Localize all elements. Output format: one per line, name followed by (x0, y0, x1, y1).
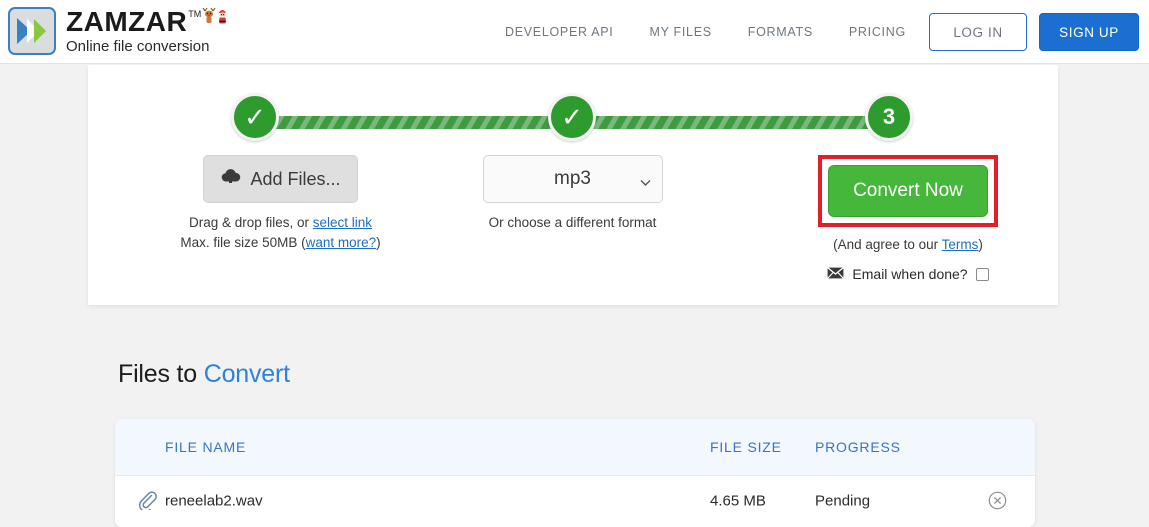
max-size-suffix: ) (376, 235, 381, 250)
site-header: ZAMZAR TM Online file conversion DEVELOP… (0, 0, 1149, 64)
files-table: FILE NAME FILE SIZE PROGRESS reneelab2.w… (115, 419, 1035, 527)
email-when-done-label: Email when done? (852, 266, 968, 282)
stepper-bar-1-2 (258, 116, 568, 129)
terms-agreement-text: (And agree to our Terms) (778, 237, 1038, 252)
file-size-cell: 4.65 MB (710, 492, 766, 510)
sign-up-button[interactable]: SIGN UP (1039, 13, 1139, 51)
step-3-current: 3 (865, 93, 913, 141)
nav-item-developer-api[interactable]: DEVELOPER API (505, 25, 613, 39)
log-in-button[interactable]: LOG IN (929, 13, 1027, 51)
main-nav: DEVELOPER API MY FILES FORMATS PRICING H… (505, 0, 977, 64)
auth-buttons: LOG IN SIGN UP (929, 13, 1139, 51)
format-column: mp3 Or choose a different format (460, 155, 685, 230)
format-caption: Or choose a different format (488, 215, 657, 230)
check-icon: ✓ (244, 102, 266, 132)
progress-cell: Pending (815, 492, 871, 510)
convert-column: Convert Now (And agree to our Terms) Ema… (778, 155, 1038, 282)
santa-mascot (218, 10, 229, 24)
drag-drop-text: Drag & drop files, or (188, 215, 313, 230)
terms-suffix: ) (978, 237, 983, 252)
page-root: ZAMZAR TM Online file conversion DEVELOP… (0, 0, 1149, 527)
column-header-file-name: FILE NAME (165, 439, 247, 455)
nav-item-pricing[interactable]: PRICING (849, 25, 906, 39)
logo-tagline: Online file conversion (66, 38, 210, 55)
heading-plain: Files to (118, 360, 204, 388)
email-when-done-row: Email when done? (778, 266, 1038, 282)
heading-accent: Convert (203, 360, 290, 388)
add-files-label: Add Files... (250, 168, 341, 189)
want-more-link[interactable]: want more? (306, 235, 377, 250)
add-files-column: Add Files... Drag & drop files, or selec… (143, 155, 418, 253)
table-row: reneelab2.wav 4.65 MB Pending (115, 476, 1035, 526)
stepper-bar-2-3 (578, 116, 903, 129)
nav-item-formats[interactable]: FORMATS (748, 25, 813, 39)
check-icon: ✓ (561, 102, 583, 132)
logo-text: ZAMZAR TM Online file conversion (66, 8, 229, 54)
convert-now-button[interactable]: Convert Now (828, 165, 988, 217)
file-name-cell: reneelab2.wav (165, 492, 263, 510)
paperclip-icon (137, 490, 159, 512)
column-header-progress: PROGRESS (815, 439, 901, 455)
terms-link[interactable]: Terms (942, 237, 979, 252)
double-chevron-right-icon (8, 7, 56, 55)
logo-wordmark: ZAMZAR (66, 6, 188, 37)
column-header-file-size: FILE SIZE (710, 439, 782, 455)
trademark-symbol: TM (188, 9, 202, 19)
terms-prefix: (And agree to our (833, 237, 942, 252)
circle-x-icon[interactable] (988, 491, 1008, 511)
cloud-upload-icon (220, 168, 241, 190)
chevron-down-icon (640, 174, 650, 186)
site-logo[interactable]: ZAMZAR TM Online file conversion (8, 7, 229, 55)
envelope-icon (827, 266, 845, 282)
mascot-icons (202, 8, 229, 25)
files-to-convert-heading: Files to Convert (118, 360, 290, 389)
format-select[interactable]: mp3 (482, 155, 663, 203)
format-selected-value: mp3 (554, 168, 591, 189)
max-size-text: Max. file size 50MB ( (180, 235, 306, 250)
step-1-complete: ✓ (231, 93, 279, 141)
nav-item-my-files[interactable]: MY FILES (649, 25, 711, 39)
select-link-link[interactable]: select link (313, 215, 372, 230)
reindeer-mascot (202, 8, 216, 23)
step-2-complete: ✓ (548, 93, 596, 141)
add-files-button[interactable]: Add Files... (203, 155, 358, 203)
email-when-done-checkbox[interactable] (975, 267, 989, 281)
add-files-hint: Drag & drop files, or select link Max. f… (143, 213, 418, 253)
progress-stepper: ✓ ✓ 3 (88, 93, 1058, 151)
convert-now-highlight-box: Convert Now (818, 155, 998, 227)
files-table-header: FILE NAME FILE SIZE PROGRESS (115, 419, 1035, 476)
converter-card: ✓ ✓ 3 Add Files... Drag & drop files, or… (88, 65, 1058, 305)
